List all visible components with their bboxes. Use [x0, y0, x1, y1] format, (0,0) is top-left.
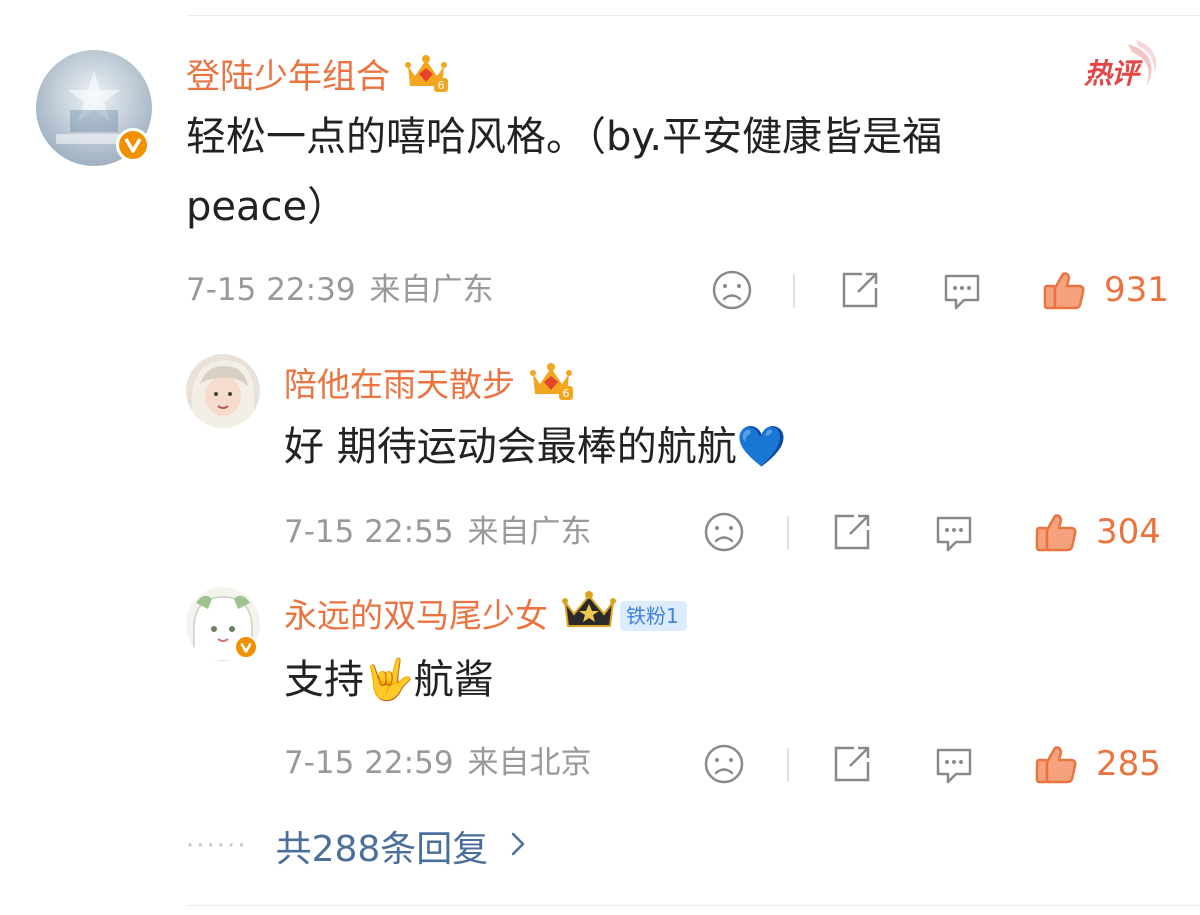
svg-text:6: 6	[563, 387, 570, 400]
reply-1-text: 好 期待运动会最棒的航航💙	[284, 424, 787, 470]
username-text: 永远的双马尾少女	[284, 595, 548, 635]
share-icon[interactable]	[830, 510, 874, 558]
main-comment-line-1: 轻松一点的嘻哈风格。（by.平安健康皆是福	[186, 114, 943, 160]
reply-2-actions: 285	[0, 742, 1200, 786]
like-count: 304	[1096, 512, 1161, 552]
reply-2-username[interactable]: 永远的双马尾少女 铁粉1	[284, 590, 687, 641]
dotted-divider: ······	[186, 831, 248, 861]
like-count: 285	[1096, 744, 1161, 784]
avatar-reply-2[interactable]	[186, 587, 260, 661]
reply-1-username[interactable]: 陪他在雨天散步 6	[284, 360, 573, 409]
top-divider	[186, 15, 1200, 16]
main-comment-actions: 931	[0, 268, 1200, 312]
verified-badge	[234, 635, 258, 659]
share-icon[interactable]	[830, 742, 874, 790]
avatar-image	[186, 354, 260, 428]
action-separator	[787, 748, 789, 782]
main-comment-line-2: peace）	[186, 184, 348, 230]
fan-badge: 铁粉1	[620, 600, 687, 631]
main-comment-text: 轻松一点的嘻哈风格。（by.平安健康皆是福 peace）	[186, 102, 1166, 242]
crown-level-icon: 6	[529, 360, 573, 409]
comment-bubble-icon[interactable]	[932, 742, 976, 790]
reply-1-actions: 304	[0, 510, 1200, 554]
hot-comment-badge: 热评	[1080, 40, 1160, 90]
crown-level-icon: 6	[404, 52, 448, 101]
username-text: 陪他在雨天散步	[284, 364, 515, 404]
action-separator	[793, 274, 795, 308]
like-count: 931	[1104, 270, 1169, 310]
comment-bubble-icon[interactable]	[940, 268, 984, 316]
comment-bubble-icon[interactable]	[932, 510, 976, 558]
main-username[interactable]: 登陆少年组合 6	[186, 52, 448, 101]
avatar-main[interactable]	[36, 50, 152, 166]
sad-face-icon[interactable]	[710, 268, 754, 316]
chevron-right-icon	[510, 831, 526, 861]
thumbs-up-icon[interactable]	[1042, 268, 1086, 316]
reply-2-text: 支持🤟航酱	[284, 657, 494, 703]
verified-badge	[116, 128, 150, 162]
svg-text:6: 6	[438, 79, 445, 92]
thumbs-up-icon[interactable]	[1034, 742, 1078, 790]
thumbs-up-icon[interactable]	[1034, 510, 1078, 558]
sad-face-icon[interactable]	[702, 742, 746, 790]
username-text: 登陆少年组合	[186, 56, 390, 97]
more-replies-link[interactable]: ······ 共288条回复	[186, 820, 526, 872]
crown-icon	[562, 590, 616, 641]
more-replies-label: 共288条回复	[275, 829, 489, 870]
sad-face-icon[interactable]	[702, 510, 746, 558]
action-separator	[787, 516, 789, 550]
bottom-divider	[186, 905, 1200, 906]
hot-badge-label: 热评	[1084, 57, 1139, 90]
avatar-reply-1[interactable]	[186, 354, 260, 428]
share-icon[interactable]	[838, 268, 882, 316]
